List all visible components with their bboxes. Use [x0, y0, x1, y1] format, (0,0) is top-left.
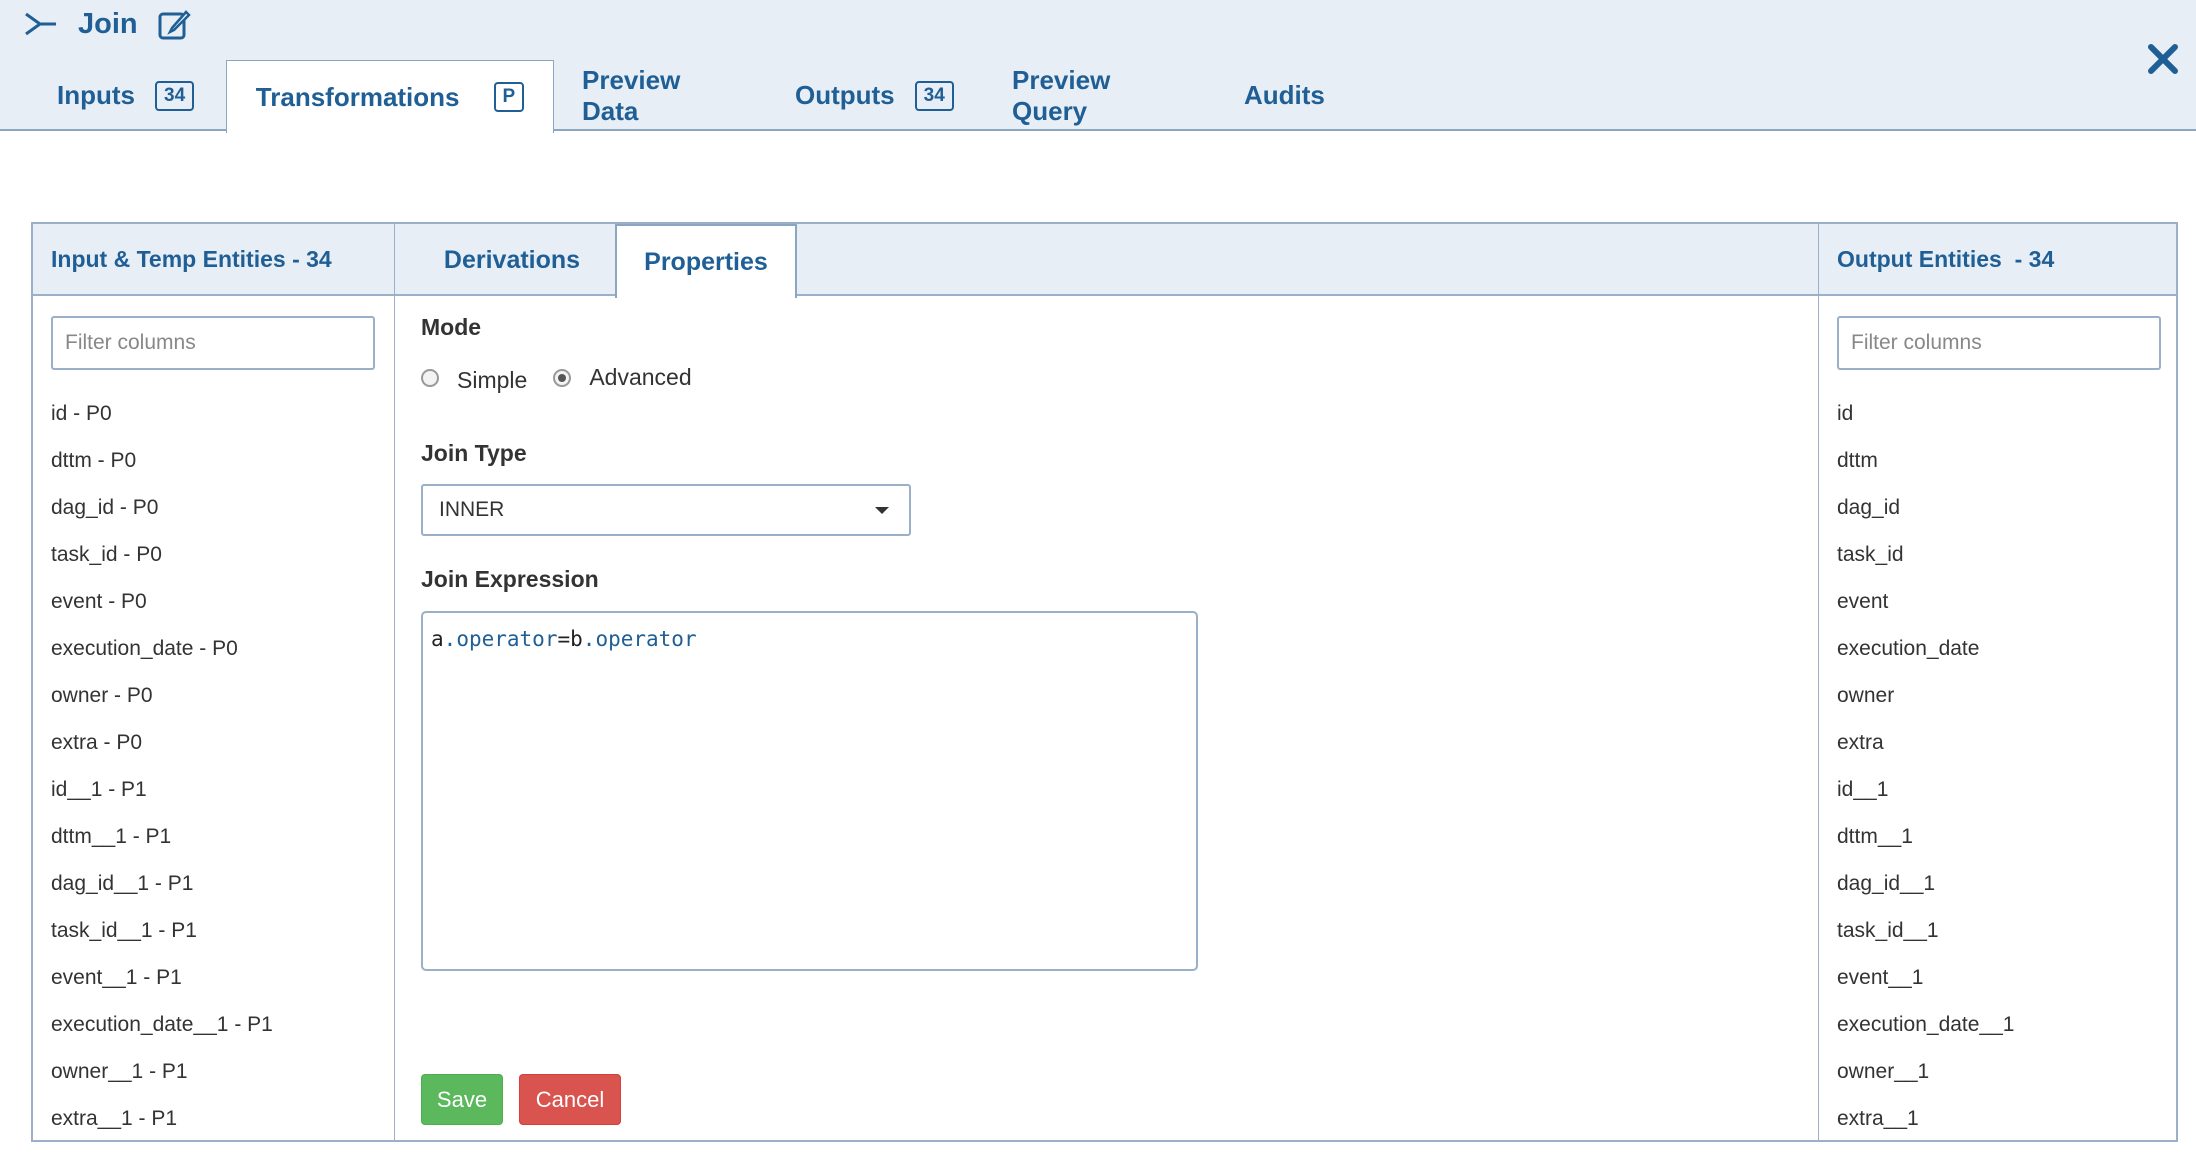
- status-badge: P: [493, 82, 525, 112]
- input-entities-title: Input & Temp Entities - 34: [33, 224, 394, 296]
- join-type-label: Join Type: [421, 440, 527, 466]
- list-item[interactable]: id - P0: [51, 399, 273, 446]
- join-type-select[interactable]: INNER: [421, 484, 911, 536]
- mode-label: Mode: [421, 314, 482, 340]
- list-item[interactable]: id__1 - P1: [51, 775, 273, 822]
- inner-tab-bar: Derivations Properties: [395, 224, 1818, 298]
- list-item[interactable]: dttm: [1837, 446, 2015, 493]
- properties-column: Derivations Properties Mode Simple Advan…: [395, 224, 1818, 1140]
- edit-icon[interactable]: [158, 8, 192, 40]
- code-token: a: [431, 627, 444, 651]
- tab-inputs[interactable]: Inputs 34: [57, 60, 195, 131]
- list-item[interactable]: extra__1: [1837, 1104, 2015, 1140]
- tab-derivations[interactable]: Derivations: [421, 224, 603, 296]
- list-item[interactable]: dag_id__1 - P1: [51, 869, 273, 916]
- tab-label: Preview Data: [582, 64, 681, 126]
- mode-simple-radio[interactable]: [421, 368, 439, 387]
- list-item[interactable]: extra: [1837, 728, 2015, 775]
- code-token: b: [570, 627, 583, 651]
- mode-advanced-radio[interactable]: [553, 368, 572, 387]
- list-item[interactable]: owner: [1837, 681, 2015, 728]
- list-item[interactable]: id__1: [1837, 775, 2015, 822]
- list-item[interactable]: execution_date__1: [1837, 1010, 2015, 1057]
- list-item[interactable]: event: [1837, 587, 2015, 634]
- list-item[interactable]: id: [1837, 399, 2015, 446]
- output-filter-input[interactable]: [1837, 316, 2161, 370]
- code-token: operator: [456, 627, 558, 651]
- list-item[interactable]: execution_date: [1837, 634, 2015, 681]
- tab-label: Inputs: [57, 80, 135, 110]
- tab-preview-data[interactable]: Preview Data: [582, 60, 680, 131]
- mode-simple-label: Simple: [457, 367, 528, 393]
- count-badge: 34: [155, 80, 195, 111]
- output-entities-title: Output Entities - 34: [1819, 224, 2176, 296]
- caret-down-icon: [875, 507, 889, 514]
- join-icon: [25, 12, 56, 36]
- output-entities-column: Output Entities - 34 id dttm dag_id task…: [1818, 224, 2176, 1140]
- list-item[interactable]: dag_id__1: [1837, 869, 2015, 916]
- list-item[interactable]: task_id: [1837, 540, 2015, 587]
- code-token: =: [557, 627, 571, 651]
- save-button[interactable]: Save: [421, 1074, 503, 1125]
- code-token: .: [582, 627, 596, 651]
- list-item[interactable]: task_id - P0: [51, 540, 273, 587]
- tab-label: Transformations: [255, 81, 460, 112]
- count-badge: 34: [914, 80, 954, 111]
- code-token: operator: [595, 627, 697, 651]
- input-entities-column: Input & Temp Entities - 34 id - P0 dttm …: [33, 224, 395, 1140]
- list-item[interactable]: task_id__1: [1837, 916, 2015, 963]
- tab-transformations[interactable]: Transformations P: [226, 60, 554, 133]
- join-expression-label: Join Expression: [421, 566, 599, 592]
- input-column-list: id - P0 dttm - P0 dag_id - P0 task_id - …: [51, 399, 273, 1140]
- mode-radio-group: Simple Advanced: [421, 361, 718, 394]
- list-item[interactable]: owner - P0: [51, 681, 273, 728]
- transformations-panel: Input & Temp Entities - 34 id - P0 dttm …: [31, 222, 2178, 1142]
- list-item[interactable]: owner__1 - P1: [51, 1057, 273, 1104]
- tab-preview-query[interactable]: Preview Query: [1012, 60, 1110, 131]
- title-row: Join: [24, 4, 192, 44]
- list-item[interactable]: event__1: [1837, 963, 2015, 1010]
- list-item[interactable]: execution_date - P0: [51, 634, 273, 681]
- tab-label: Preview Query: [1012, 64, 1111, 126]
- mode-advanced-label: Advanced: [589, 364, 692, 390]
- list-item[interactable]: extra - P0: [51, 728, 273, 775]
- tab-audits[interactable]: Audits: [1244, 60, 1325, 131]
- page-header: Join Inputs 34 Transformations P Preview…: [0, 0, 2196, 133]
- cancel-button[interactable]: Cancel: [519, 1074, 621, 1125]
- list-item[interactable]: extra__1 - P1: [51, 1104, 273, 1140]
- close-icon[interactable]: [2146, 42, 2180, 76]
- tab-label: Audits: [1244, 80, 1325, 110]
- list-item[interactable]: execution_date__1 - P1: [51, 1010, 273, 1057]
- output-column-list: id dttm dag_id task_id event execution_d…: [1837, 399, 2015, 1140]
- list-item[interactable]: dttm__1 - P1: [51, 822, 273, 869]
- list-item[interactable]: dag_id: [1837, 493, 2015, 540]
- tab-label: Outputs: [795, 80, 895, 110]
- list-item[interactable]: owner__1: [1837, 1057, 2015, 1104]
- list-item[interactable]: dttm - P0: [51, 446, 273, 493]
- input-filter-input[interactable]: [51, 316, 375, 370]
- join-type-value: INNER: [439, 498, 505, 521]
- list-item[interactable]: event__1 - P1: [51, 963, 273, 1010]
- list-item[interactable]: event - P0: [51, 587, 273, 634]
- page-title: Join: [78, 7, 138, 40]
- tab-outputs[interactable]: Outputs 34: [795, 60, 954, 131]
- list-item[interactable]: dttm__1: [1837, 822, 2015, 869]
- join-expression-editor[interactable]: a.operator=b.operator: [421, 611, 1198, 971]
- code-token: .: [443, 627, 457, 651]
- list-item[interactable]: task_id__1 - P1: [51, 916, 273, 963]
- tab-properties[interactable]: Properties: [615, 224, 797, 298]
- list-item[interactable]: dag_id - P0: [51, 493, 273, 540]
